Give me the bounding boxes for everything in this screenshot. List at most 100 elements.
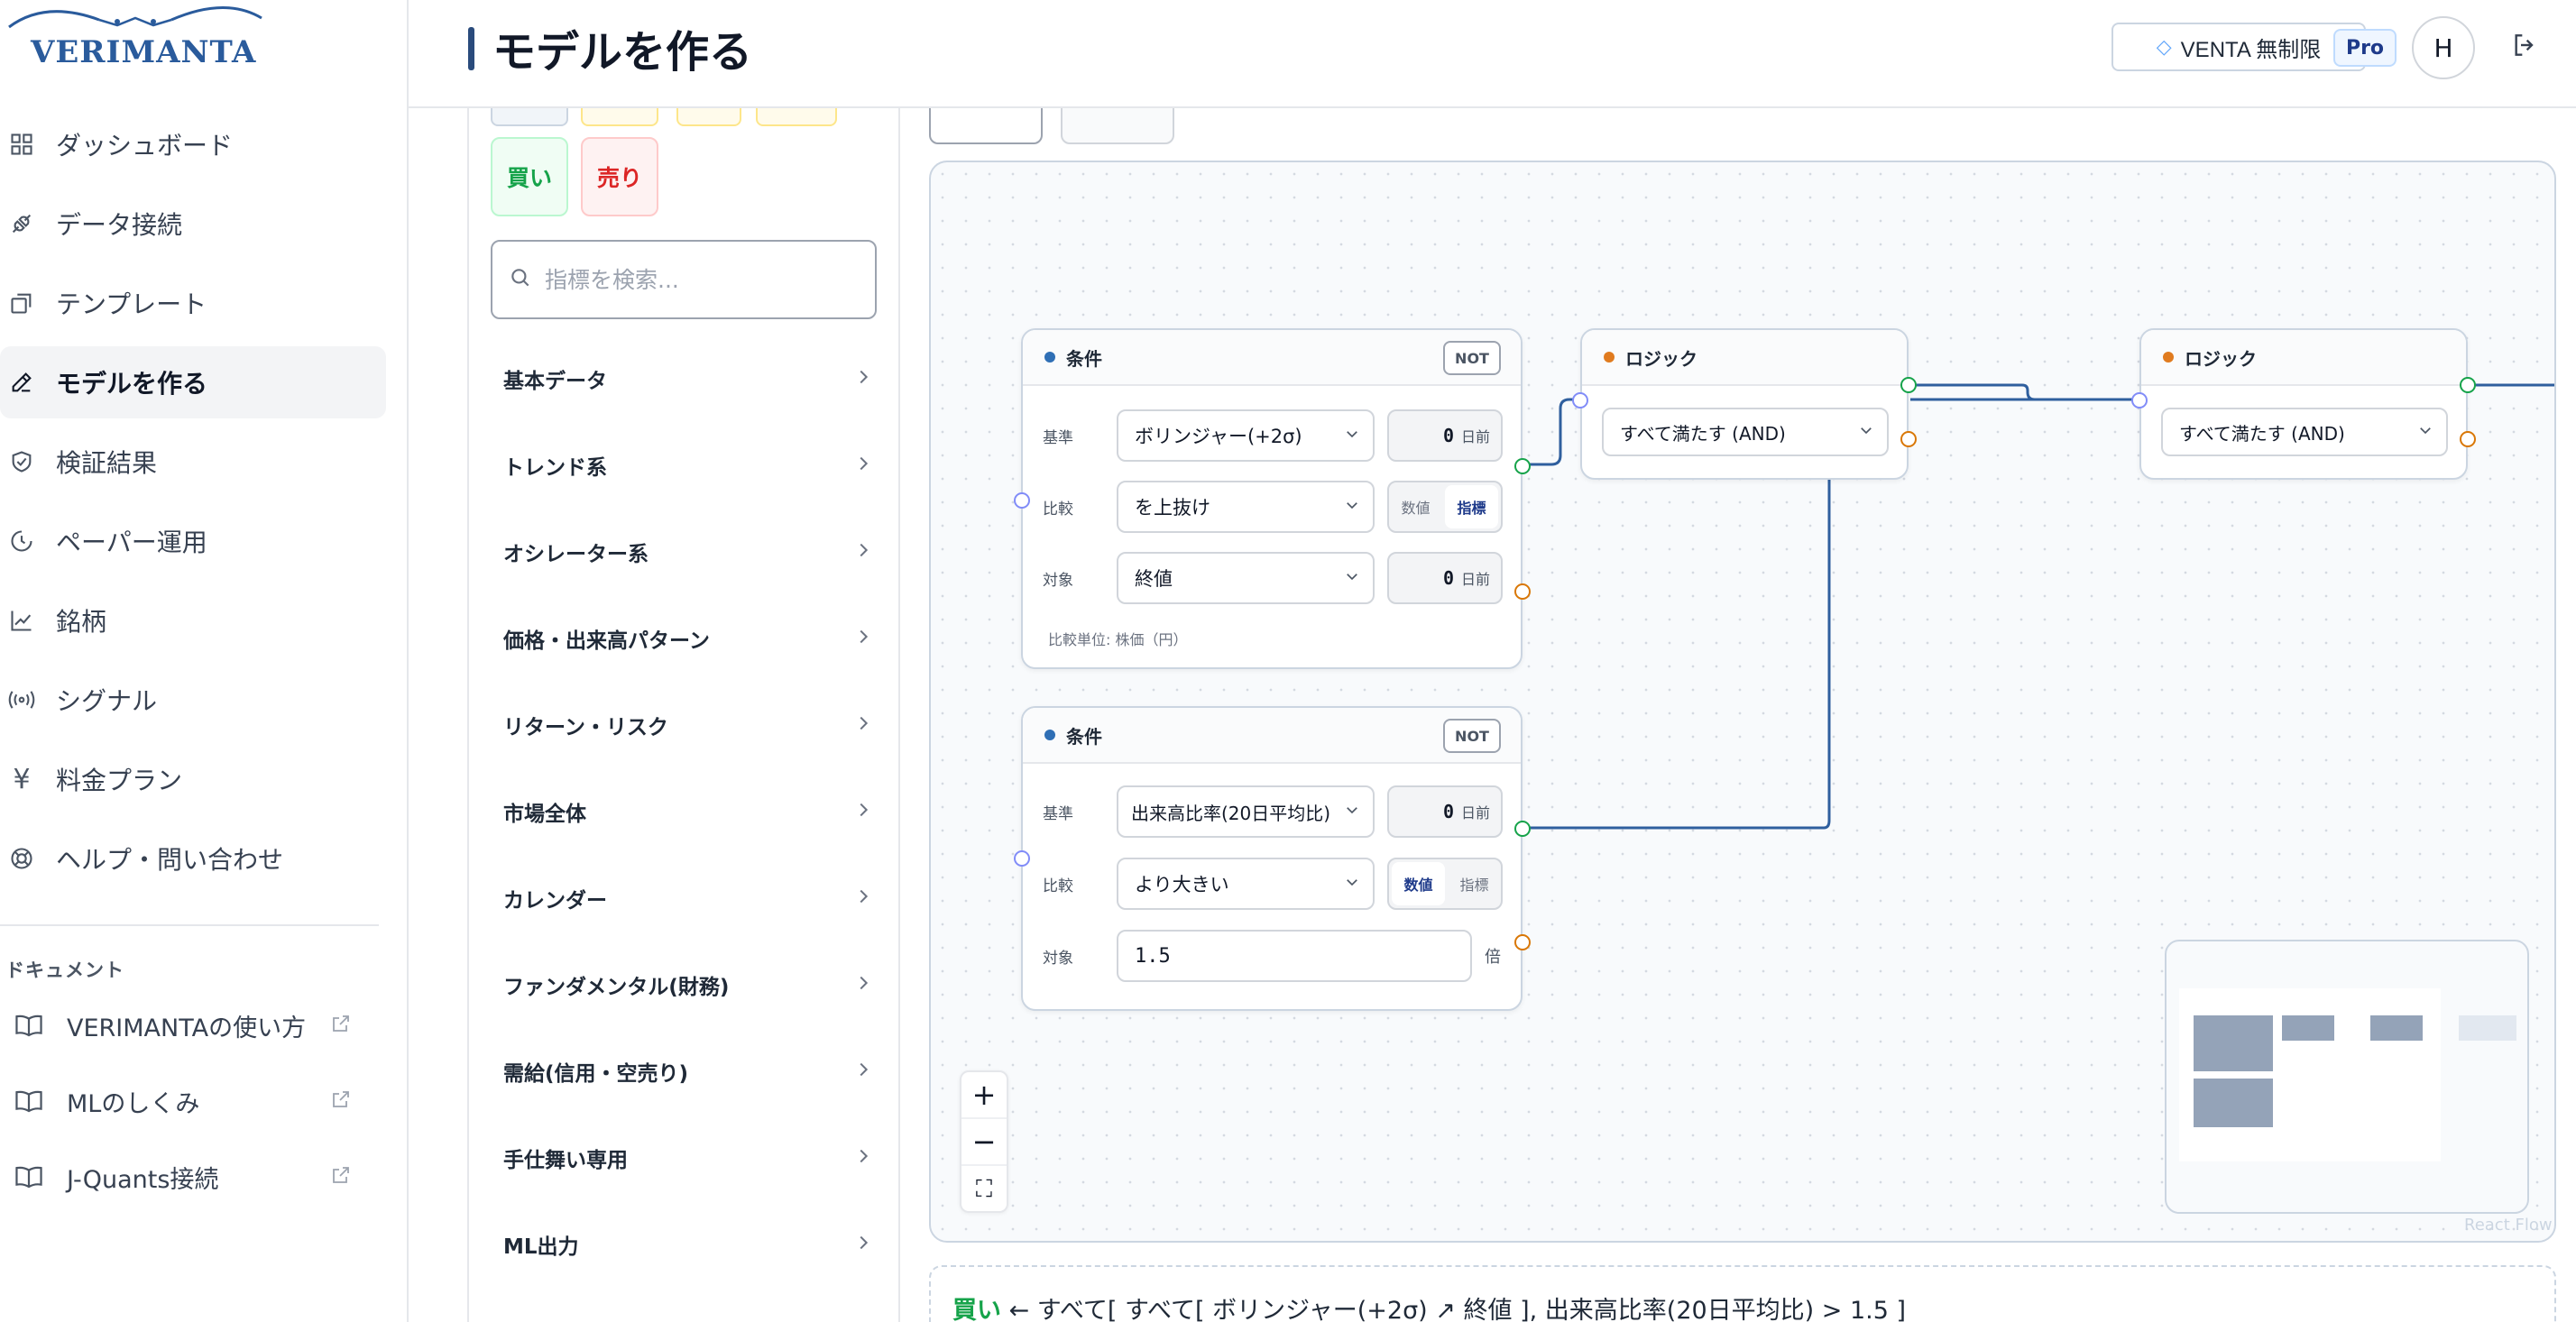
- chevron-right-icon: [853, 367, 873, 390]
- not-toggle[interactable]: NOT: [1443, 341, 1501, 375]
- logic-node-1[interactable]: ロジック すべて満たす (AND): [1580, 328, 1909, 480]
- zoom-in-button[interactable]: +: [961, 1072, 1007, 1119]
- node-header: ロジック: [2141, 330, 2466, 386]
- condition-node-2[interactable]: 条件 NOT 基準 出来高比率(20日平均比) 0 日前 比較 より大きい 数値…: [1021, 706, 1523, 1011]
- expression-arrow: ←: [1001, 1297, 1037, 1322]
- brand-name: VERIMANTA: [31, 34, 257, 70]
- category-price-volume[interactable]: 価格・出来高パターン: [491, 611, 879, 666]
- plan-badge: Pro: [2333, 29, 2397, 67]
- logic2-false-handle[interactable]: [2460, 431, 2476, 447]
- doc-link-jquants[interactable]: J-Quants接続: [0, 1145, 379, 1208]
- base-days-input[interactable]: 0 日前: [1387, 785, 1503, 838]
- sidebar-item-signals[interactable]: シグナル: [0, 664, 386, 736]
- row-label: 基準: [1043, 428, 1073, 447]
- target-select[interactable]: 終値: [1117, 552, 1375, 604]
- sidebar-item-templates[interactable]: テンプレート: [0, 267, 386, 339]
- sidebar-item-help[interactable]: ヘルプ・問い合わせ: [0, 822, 386, 895]
- buy-node-chip[interactable]: 買い: [491, 137, 568, 216]
- compare-select[interactable]: より大きい: [1117, 858, 1375, 910]
- cond1-input-handle[interactable]: [1014, 492, 1030, 509]
- logic1-true-handle[interactable]: [1900, 377, 1917, 393]
- category-exit-only[interactable]: 手仕舞い専用: [491, 1131, 879, 1185]
- palette-chip[interactable]: [491, 108, 568, 126]
- not-toggle[interactable]: NOT: [1443, 719, 1501, 753]
- mode-value-option[interactable]: 数値: [1389, 482, 1442, 531]
- sidebar-item-label: ペーパー運用: [56, 528, 207, 557]
- sidebar-item-label: 料金プラン: [56, 766, 183, 795]
- category-trend[interactable]: トレンド系: [491, 438, 879, 492]
- compare-mode-toggle[interactable]: 数値 指標: [1387, 481, 1503, 533]
- brand-logo[interactable]: VERIMANTA: [0, 0, 271, 81]
- react-flow-attribution[interactable]: React Flow: [2464, 1216, 2553, 1235]
- category-market[interactable]: 市場全体: [491, 785, 879, 839]
- sidebar-item-stocks[interactable]: 銘柄: [0, 584, 386, 656]
- logic1-false-handle[interactable]: [1900, 431, 1917, 447]
- search-input[interactable]: [545, 266, 851, 293]
- sidebar-item-dashboard[interactable]: ダッシュボード: [0, 108, 386, 180]
- category-label: リターン・リスク: [503, 716, 668, 739]
- shield-check-icon: [5, 445, 38, 478]
- base-days-input[interactable]: 0 日前: [1387, 409, 1503, 462]
- doc-link-ml[interactable]: MLのしくみ: [0, 1070, 379, 1133]
- logic-select[interactable]: すべて満たす (AND): [2161, 408, 2448, 456]
- book-icon: [11, 1014, 47, 1037]
- palette-chip[interactable]: [676, 108, 741, 126]
- cond2-true-handle[interactable]: [1514, 821, 1531, 837]
- mode-indicator-option[interactable]: 指標: [1448, 859, 1501, 908]
- compare-mode-toggle[interactable]: 数値 指標: [1387, 858, 1503, 910]
- venta-button[interactable]: ◇ VENTA 無制限: [2111, 23, 2366, 71]
- category-basic[interactable]: 基本データ: [491, 352, 879, 406]
- node-header: 条件 NOT: [1023, 330, 1521, 386]
- category-supply-demand[interactable]: 需給(信用・空売り): [491, 1044, 879, 1098]
- sidebar-item-paper-trading[interactable]: ペーパー運用: [0, 505, 386, 577]
- doc-link-howto[interactable]: VERIMANTAの使い方: [0, 994, 379, 1057]
- avatar[interactable]: H: [2412, 16, 2475, 79]
- target-number-input[interactable]: 1.5: [1117, 930, 1472, 982]
- sidebar-item-pricing[interactable]: ¥ 料金プラン: [0, 743, 386, 815]
- zoom-out-button[interactable]: −: [961, 1119, 1007, 1166]
- category-oscillator[interactable]: オシレーター系: [491, 525, 879, 579]
- flow-canvas[interactable]: 条件 NOT 基準 ボリンジャー(+2σ) 0 日前 比較 を上抜け 数値 指標…: [929, 161, 2556, 1243]
- mode-indicator-option[interactable]: 指標: [1445, 485, 1498, 528]
- mode-value-option[interactable]: 数値: [1392, 862, 1445, 905]
- logic2-true-handle[interactable]: [2460, 377, 2476, 393]
- plug-icon: [5, 207, 38, 240]
- model-editor: 条件 NOT 基準 ボリンジャー(+2σ) 0 日前 比較 を上抜け 数値 指標…: [900, 90, 2576, 1322]
- sidebar-item-label: シグナル: [56, 686, 158, 716]
- logout-icon[interactable]: [2510, 29, 2543, 65]
- category-return-risk[interactable]: リターン・リスク: [491, 698, 879, 752]
- indicator-search[interactable]: [491, 240, 877, 319]
- select-value: を上抜け: [1135, 497, 1210, 519]
- logic1-input-handle[interactable]: [1572, 392, 1588, 409]
- compare-row: 比較 を上抜け 数値 指標: [1023, 481, 1521, 533]
- category-ml-output[interactable]: ML出力: [491, 1217, 879, 1272]
- cond1-true-handle[interactable]: [1514, 458, 1531, 474]
- chevron-right-icon: [853, 1146, 873, 1170]
- base-select[interactable]: ボリンジャー(+2σ): [1117, 409, 1375, 462]
- category-label: トレンド系: [503, 456, 607, 480]
- sell-node-chip[interactable]: 売り: [581, 137, 658, 216]
- sidebar-item-results[interactable]: 検証結果: [0, 426, 386, 498]
- condition-node-1[interactable]: 条件 NOT 基準 ボリンジャー(+2σ) 0 日前 比較 を上抜け 数値 指標…: [1021, 328, 1523, 669]
- logic-node-2[interactable]: ロジック すべて満たす (AND): [2139, 328, 2468, 480]
- cond1-false-handle[interactable]: [1514, 583, 1531, 600]
- logic2-input-handle[interactable]: [2131, 392, 2148, 409]
- cond2-false-handle[interactable]: [1514, 934, 1531, 950]
- page-header: モデルを作る ◇ VENTA 無制限 Pro H: [409, 0, 2576, 108]
- target-days-input[interactable]: 0 日前: [1387, 552, 1503, 604]
- category-fundamental[interactable]: ファンダメンタル(財務): [491, 958, 879, 1012]
- external-link-icon: [330, 1013, 357, 1038]
- sidebar-item-build-model[interactable]: モデルを作る: [0, 346, 386, 418]
- palette-chip[interactable]: [756, 108, 837, 126]
- minimap[interactable]: [2165, 940, 2529, 1214]
- base-select[interactable]: 出来高比率(20日平均比): [1117, 785, 1375, 838]
- logic-select[interactable]: すべて満たす (AND): [1602, 408, 1889, 456]
- compare-select[interactable]: を上抜け: [1117, 481, 1375, 533]
- palette-chip[interactable]: [581, 108, 658, 126]
- fit-view-button[interactable]: ⛶: [961, 1166, 1007, 1213]
- cond2-input-handle[interactable]: [1014, 850, 1030, 867]
- sidebar-item-label: モデルを作る: [56, 369, 208, 399]
- category-calendar[interactable]: カレンダー: [491, 871, 879, 925]
- category-label: オシレーター系: [503, 543, 649, 566]
- sidebar-item-data-connection[interactable]: データ接続: [0, 188, 386, 260]
